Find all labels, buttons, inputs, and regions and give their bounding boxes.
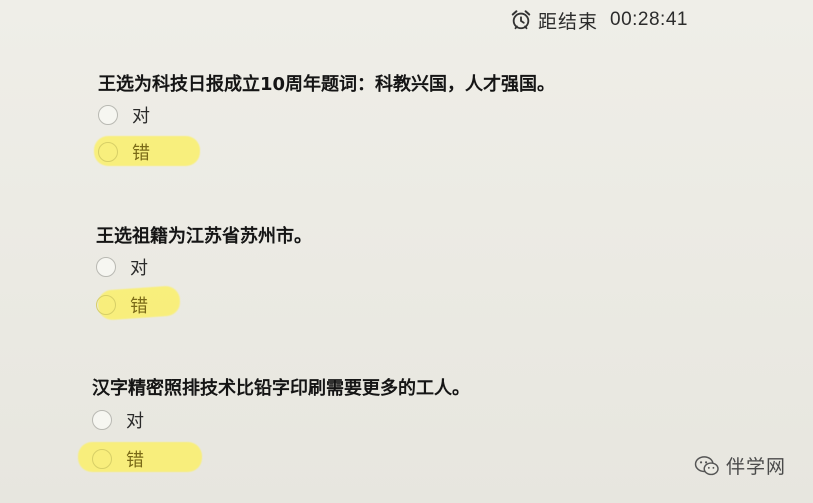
option-label: 对 bbox=[126, 411, 144, 432]
countdown-timer: 距结束 00:28:41 bbox=[510, 6, 688, 34]
alarm-clock-icon bbox=[511, 10, 531, 30]
option-label: 对 bbox=[130, 258, 148, 279]
option-false[interactable]: 错 bbox=[92, 444, 144, 474]
watermark: 伴学网 bbox=[694, 452, 786, 479]
wechat-icon bbox=[694, 455, 719, 475]
option-label: 对 bbox=[132, 106, 150, 127]
option-label: 错 bbox=[130, 296, 148, 317]
option-true[interactable]: 对 bbox=[98, 100, 150, 130]
question-text: 汉字精密照排技术比铅字印刷需要更多的工人。 bbox=[92, 378, 470, 399]
radio-button[interactable] bbox=[98, 105, 118, 125]
question-text: 王选祖籍为江苏省苏州市。 bbox=[96, 226, 312, 247]
option-false[interactable]: 错 bbox=[98, 137, 150, 167]
radio-button[interactable] bbox=[96, 295, 116, 315]
radio-button[interactable] bbox=[98, 142, 118, 162]
question-text: 王选为科技日报成立10周年题词：科教兴国，人才强国。 bbox=[98, 74, 556, 95]
radio-button[interactable] bbox=[92, 449, 112, 469]
timer-label: 距结束 bbox=[538, 10, 599, 33]
watermark-text: 伴学网 bbox=[726, 456, 787, 478]
option-true[interactable]: 对 bbox=[96, 252, 148, 282]
radio-button[interactable] bbox=[92, 410, 112, 430]
timer-value: 00:28:41 bbox=[610, 9, 688, 30]
option-false[interactable]: 错 bbox=[96, 290, 148, 320]
radio-button[interactable] bbox=[96, 257, 116, 277]
option-true[interactable]: 对 bbox=[92, 405, 144, 435]
option-label: 错 bbox=[126, 450, 144, 471]
option-label: 错 bbox=[132, 143, 150, 164]
quiz-page: 距结束 00:28:41 王选为科技日报成立10周年题词：科教兴国，人才强国。 … bbox=[0, 0, 813, 503]
